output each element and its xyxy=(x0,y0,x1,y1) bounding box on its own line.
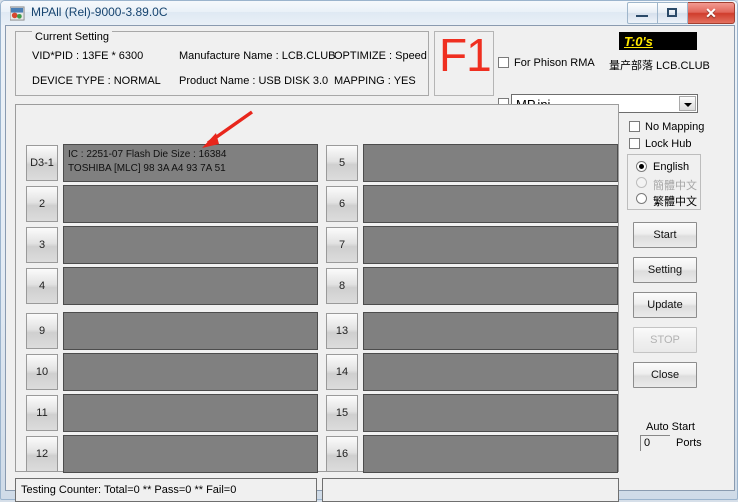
stop-button[interactable]: STOP xyxy=(633,327,697,353)
client-area: Current Setting VID*PID : 13FE * 6300 Ma… xyxy=(5,25,735,502)
radio-simplified-chinese-label: 簡體中文 xyxy=(653,180,697,192)
update-button[interactable]: Update xyxy=(633,292,697,318)
port-info-line-2: TOSHIBA [MLC] 98 3A A4 93 7A 51 xyxy=(68,163,226,174)
language-group: English 簡體中文 繁體中文 xyxy=(627,154,701,210)
port-info-line-1: IC : 2251-07 Flash Die Size : 16384 xyxy=(68,149,227,160)
port-status-cell[interactable] xyxy=(363,226,618,264)
info-vid-pid: VID*PID : 13FE * 6300 xyxy=(32,50,144,62)
no-mapping-checkbox[interactable] xyxy=(629,121,640,132)
port-number-button[interactable]: 8 xyxy=(326,268,358,304)
port-status-cell[interactable] xyxy=(363,144,618,182)
port-number-button[interactable]: 12 xyxy=(26,436,58,472)
info-manufacture: Manufacture Name : LCB.CLUB xyxy=(179,50,336,62)
testing-counter-text: Testing Counter: Total=0 ** Pass=0 ** Fa… xyxy=(21,484,237,496)
port-status-cell[interactable] xyxy=(363,353,618,391)
close-button[interactable]: ✕ xyxy=(688,2,735,24)
port-status-cell[interactable] xyxy=(363,267,618,305)
port-number-button[interactable]: 4 xyxy=(26,268,58,304)
port-status-cell[interactable]: IC : 2251-07 Flash Die Size : 16384 TOSHI… xyxy=(63,144,318,182)
radio-simplified-chinese[interactable] xyxy=(636,177,647,188)
minimize-button[interactable] xyxy=(627,2,658,24)
port-number-button[interactable]: 7 xyxy=(326,227,358,263)
radio-traditional-chinese-label: 繁體中文 xyxy=(653,196,697,208)
port-number-button[interactable]: 13 xyxy=(326,313,358,349)
port-number-button[interactable]: 11 xyxy=(26,395,58,431)
port-number-button[interactable]: 6 xyxy=(326,186,358,222)
brand-label: 量产部落 LCB.CLUB xyxy=(609,60,710,72)
port-number-button[interactable]: 15 xyxy=(326,395,358,431)
port-number-button[interactable]: D3-1 xyxy=(26,145,58,181)
title-bar[interactable]: MPAll (Rel)-9000-3.89.0C ✕ xyxy=(1,1,737,25)
minimize-icon xyxy=(636,15,648,17)
port-status-cell[interactable] xyxy=(63,185,318,223)
setting-button[interactable]: Setting xyxy=(633,257,697,283)
auto-start-ports-input[interactable]: 0 xyxy=(640,435,670,451)
application-window: MPAll (Rel)-9000-3.89.0C ✕ Current Setti… xyxy=(0,0,738,502)
info-device-type: DEVICE TYPE : NORMAL xyxy=(32,75,161,87)
port-status-cell[interactable] xyxy=(63,435,318,473)
port-status-cell[interactable] xyxy=(63,353,318,391)
f1-badge-box: F1 xyxy=(434,29,494,96)
port-number-button[interactable]: 16 xyxy=(326,436,358,472)
ports-label: Ports xyxy=(676,437,702,449)
port-status-cell[interactable] xyxy=(63,394,318,432)
window-title: MPAll (Rel)-9000-3.89.0C xyxy=(31,5,168,19)
port-number-button[interactable]: 3 xyxy=(26,227,58,263)
start-button[interactable]: Start xyxy=(633,222,697,248)
port-number-button[interactable]: 2 xyxy=(26,186,58,222)
info-product-name: Product Name : USB DISK 3.0 xyxy=(179,75,329,87)
close-icon: ✕ xyxy=(705,4,717,21)
timer-value: T:0's xyxy=(624,34,653,49)
info-optimize: OPTIMIZE : Speed xyxy=(334,50,427,62)
auto-start-label: Auto Start xyxy=(646,421,695,433)
port-number-button[interactable]: 9 xyxy=(26,313,58,349)
port-status-cell[interactable] xyxy=(63,312,318,350)
maximize-button[interactable] xyxy=(658,2,688,24)
app-icon xyxy=(10,6,25,21)
current-setting-group: Current Setting VID*PID : 13FE * 6300 Ma… xyxy=(15,31,429,96)
current-setting-legend: Current Setting xyxy=(32,31,112,43)
window-controls: ✕ xyxy=(627,2,735,24)
port-status-cell[interactable] xyxy=(63,226,318,264)
radio-english-label: English xyxy=(653,161,690,173)
maximize-icon xyxy=(667,8,677,17)
port-status-cell[interactable] xyxy=(363,435,618,473)
message-bar xyxy=(322,478,619,502)
lock-hub-label: Lock Hub xyxy=(645,138,692,150)
annotation-arrow-icon xyxy=(202,110,253,148)
port-status-cell[interactable] xyxy=(63,267,318,305)
no-mapping-label: No Mapping xyxy=(645,121,705,133)
port-status-cell[interactable] xyxy=(363,394,618,432)
info-mapping: MAPPING : YES xyxy=(334,75,416,87)
port-number-button[interactable]: 14 xyxy=(326,354,358,390)
lock-hub-checkbox[interactable] xyxy=(629,138,640,149)
port-number-button[interactable]: 10 xyxy=(26,354,58,390)
for-phison-rma-label: For Phison RMA xyxy=(514,57,595,69)
close-app-button[interactable]: Close xyxy=(633,362,697,388)
timer-display: T:0's xyxy=(619,32,697,50)
radio-traditional-chinese[interactable] xyxy=(636,193,647,204)
port-status-cell[interactable] xyxy=(363,185,618,223)
testing-counter-bar: Testing Counter: Total=0 ** Pass=0 ** Fa… xyxy=(15,478,317,502)
for-phison-rma-checkbox[interactable] xyxy=(498,57,509,68)
port-number-button[interactable]: 5 xyxy=(326,145,358,181)
port-status-cell[interactable] xyxy=(363,312,618,350)
radio-english[interactable] xyxy=(636,161,647,172)
f1-badge-label: F1 xyxy=(439,29,492,81)
auto-start-ports-value: 0 xyxy=(644,437,651,449)
chevron-down-icon[interactable] xyxy=(679,96,696,111)
